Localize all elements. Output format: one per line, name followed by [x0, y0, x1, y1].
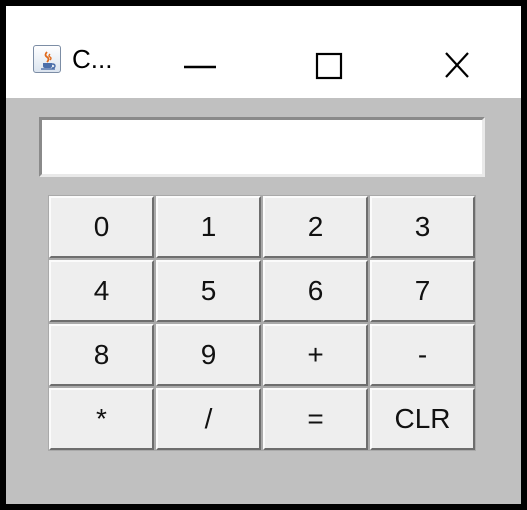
calculator-window: C... 0 1 2 3 4 5 6 7 8 9 + - * / = CLR	[0, 0, 527, 510]
key-8[interactable]: 8	[48, 323, 155, 387]
key-minus[interactable]: -	[369, 323, 476, 387]
key-7[interactable]: 7	[369, 259, 476, 323]
key-9[interactable]: 9	[155, 323, 262, 387]
key-clear[interactable]: CLR	[369, 387, 476, 451]
minimize-icon	[184, 65, 216, 69]
key-3[interactable]: 3	[369, 195, 476, 259]
maximize-button[interactable]	[296, 30, 366, 90]
key-equals[interactable]: =	[262, 387, 369, 451]
close-button[interactable]	[424, 30, 494, 90]
key-1[interactable]: 1	[155, 195, 262, 259]
key-6[interactable]: 6	[262, 259, 369, 323]
key-2[interactable]: 2	[262, 195, 369, 259]
minimize-button[interactable]	[166, 30, 236, 90]
key-multiply[interactable]: *	[48, 387, 155, 451]
key-divide[interactable]: /	[155, 387, 262, 451]
key-plus[interactable]: +	[262, 323, 369, 387]
title-bar[interactable]: C...	[6, 6, 521, 98]
key-4[interactable]: 4	[48, 259, 155, 323]
window-title: C...	[72, 44, 113, 74]
close-icon	[445, 52, 469, 78]
key-0[interactable]: 0	[48, 195, 155, 259]
java-cup-icon	[33, 45, 61, 73]
key-5[interactable]: 5	[155, 259, 262, 323]
display-field[interactable]	[39, 117, 485, 177]
keypad: 0 1 2 3 4 5 6 7 8 9 + - * / = CLR	[48, 195, 476, 451]
maximize-icon	[315, 52, 343, 80]
